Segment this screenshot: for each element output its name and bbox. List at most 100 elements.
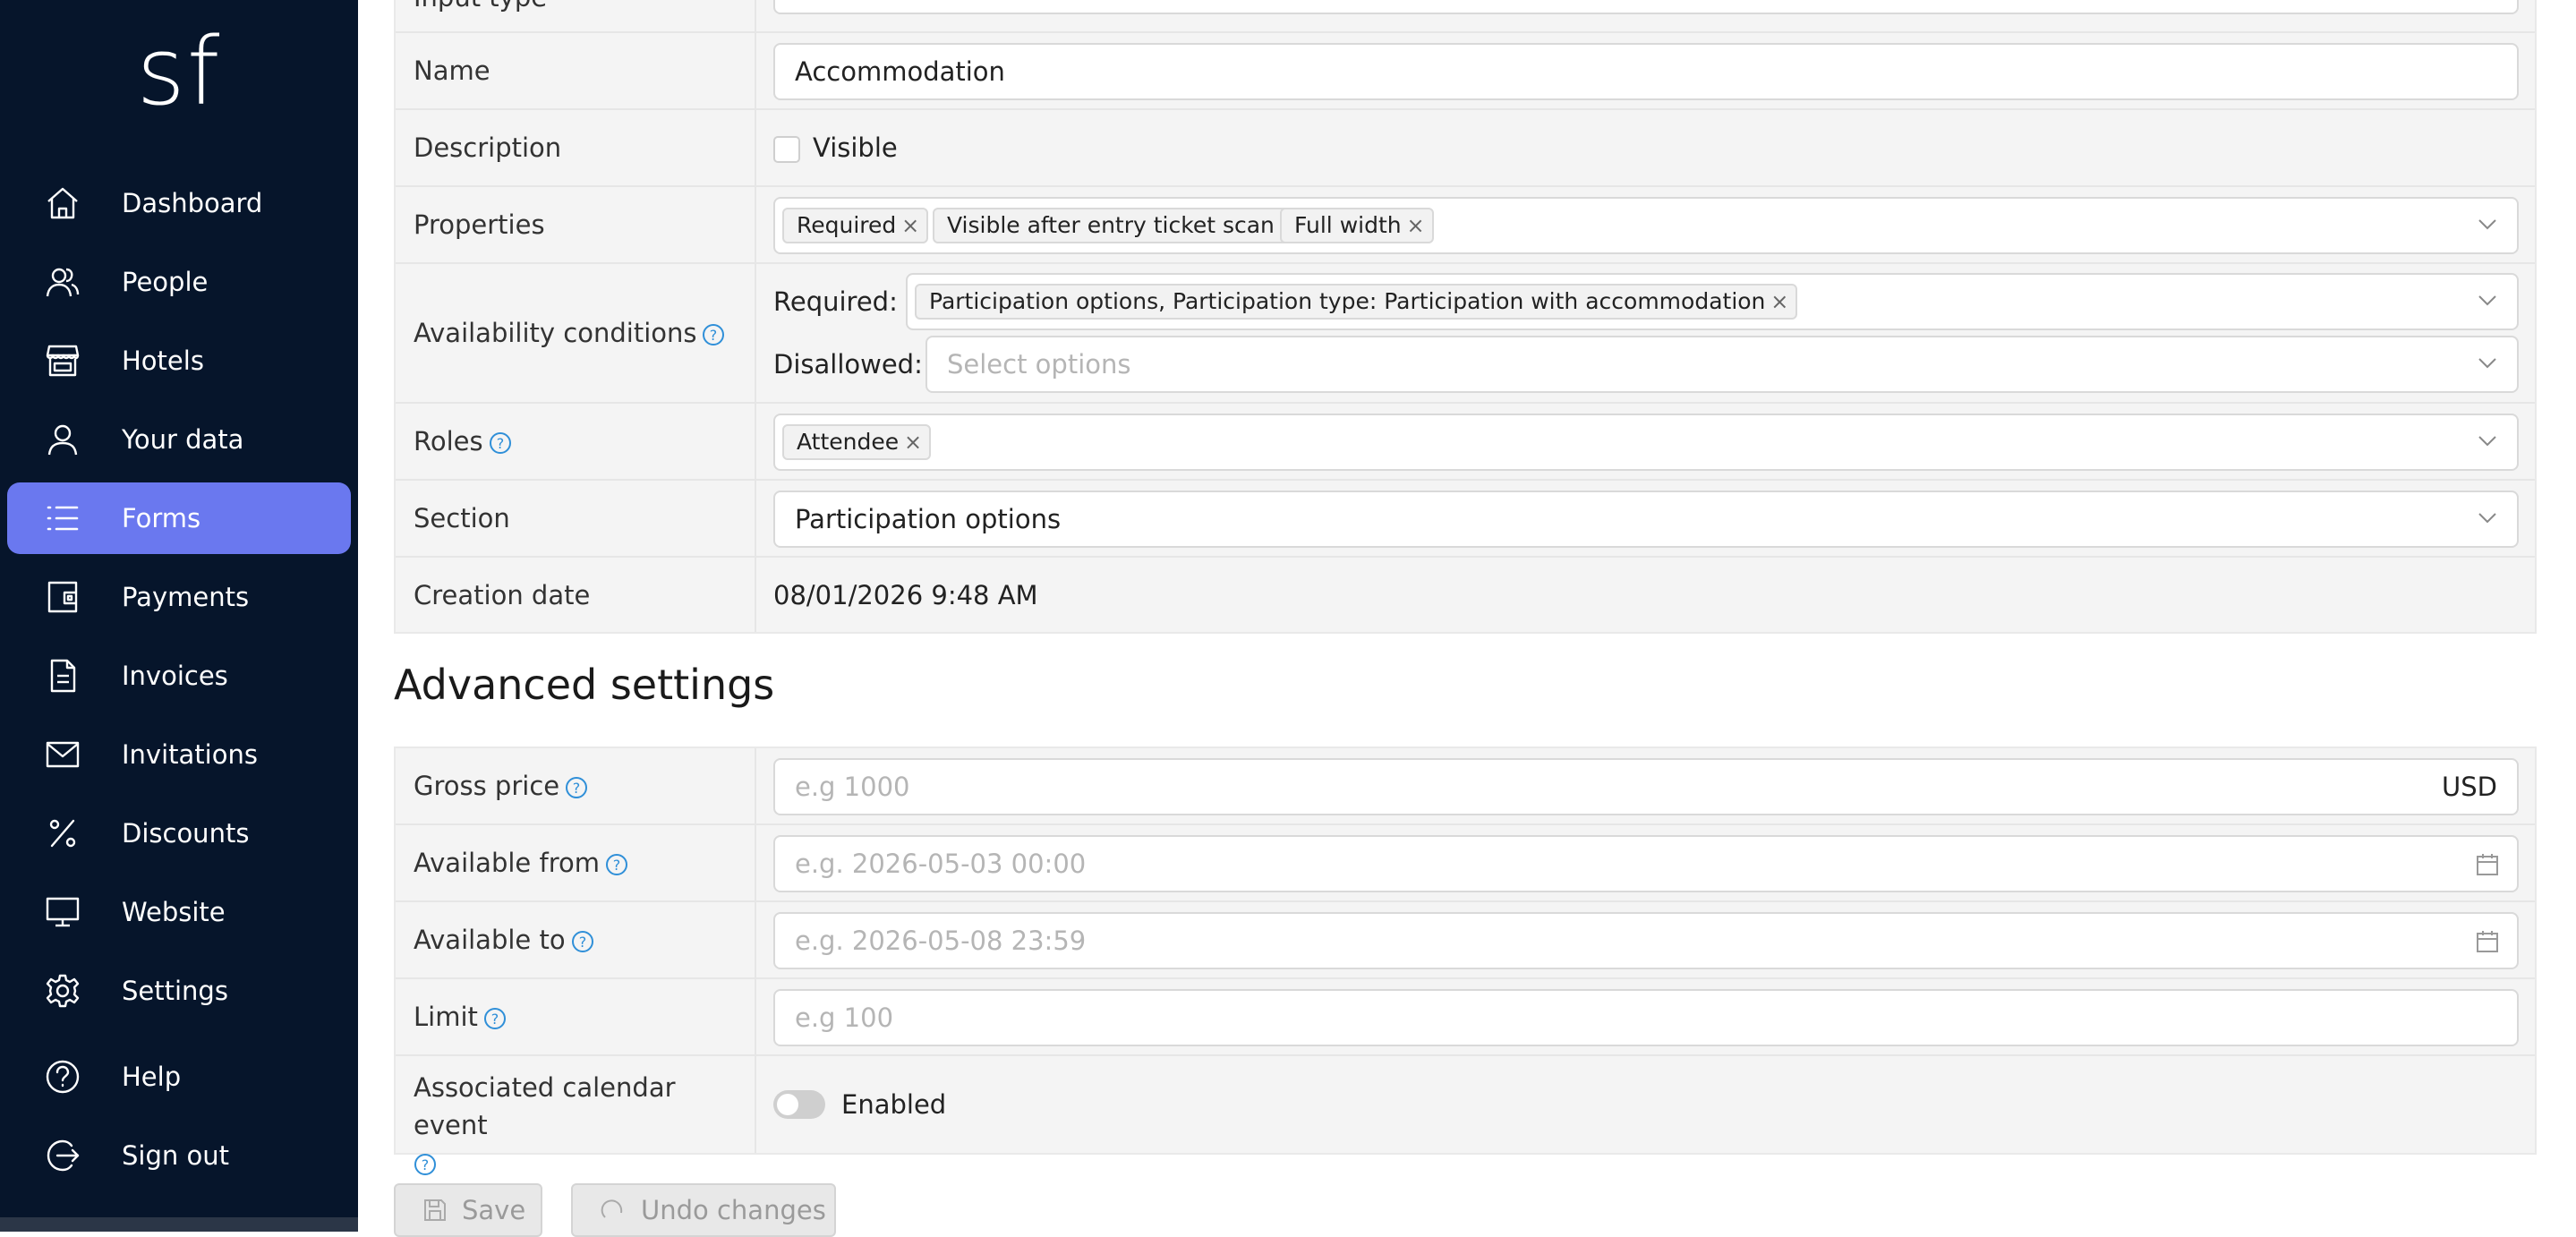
available-to-datepicker[interactable]: e.g. 2026-05-08 23:59 [773, 912, 2519, 969]
close-icon[interactable]: × [901, 209, 919, 242]
sidebar-item-label: Hotels [122, 346, 204, 376]
limit-input[interactable]: e.g 100 [773, 989, 2519, 1046]
row-input-type: Input type Accommodation [396, 0, 2535, 33]
row-creation-date: Creation date 08/01/2026 9:48 AM [396, 558, 2535, 633]
chevron-down-icon[interactable] [2478, 435, 2497, 448]
row-available-from: Available from? e.g. 2026-05-03 00:00 [396, 825, 2535, 902]
chevron-down-icon[interactable] [2478, 357, 2497, 370]
sidebar-item-label: Forms [122, 503, 201, 533]
select-options-placeholder: Select options [947, 349, 1131, 380]
sidebar-item-invitations[interactable]: Invitations [7, 719, 351, 790]
chevron-down-icon[interactable] [2478, 512, 2497, 525]
sidebar-item-people[interactable]: People [7, 246, 351, 318]
user-icon [45, 422, 81, 457]
close-icon[interactable]: × [904, 426, 922, 458]
available-from-label: Available from? [414, 825, 628, 900]
sidebar-item-label: Payments [122, 582, 250, 612]
row-availability-conditions: Availability conditions? Required: Parti… [396, 264, 2535, 404]
row-associated-calendar-event: Associated calendar event? Enabled [396, 1056, 2535, 1175]
sidebar-item-label: Website [122, 897, 226, 927]
calendar-icon[interactable] [2476, 930, 2499, 953]
gear-icon [45, 973, 81, 1009]
undo-changes-button[interactable]: Undo changes [571, 1183, 836, 1237]
input-type-select[interactable]: Accommodation [773, 0, 2519, 14]
close-icon[interactable]: × [1770, 286, 1788, 318]
name-input[interactable]: Accommodation [773, 43, 2519, 100]
close-icon[interactable]: × [1407, 209, 1425, 242]
creation-date-label: Creation date [414, 580, 591, 610]
chevron-down-icon[interactable] [2478, 294, 2497, 307]
save-button[interactable]: Save [394, 1183, 542, 1237]
mail-icon [45, 737, 81, 772]
properties-multiselect[interactable]: Required × Visible after entry ticket sca… [773, 197, 2519, 254]
limit-label: Limit? [414, 979, 507, 1054]
description-visible-checkbox-wrap[interactable]: Visible [773, 110, 898, 185]
available-to-placeholder: e.g. 2026-05-08 23:59 [795, 926, 1087, 956]
available-from-datepicker[interactable]: e.g. 2026-05-03 00:00 [773, 835, 2519, 892]
help-icon[interactable]: ? [489, 431, 512, 455]
available-to-label: Available to? [414, 902, 594, 977]
help-icon[interactable]: ? [702, 323, 725, 346]
roles-multiselect[interactable]: Attendee × [773, 414, 2519, 471]
tag-full-width[interactable]: Full width × [1280, 208, 1434, 243]
section-select[interactable]: Participation options [773, 491, 2519, 548]
help-icon[interactable]: ? [483, 1007, 507, 1030]
sidebar-item-sign-out[interactable]: Sign out [7, 1120, 351, 1191]
sidebar-item-label: Invoices [122, 661, 228, 691]
creation-date-value: 08/01/2026 9:48 AM [773, 580, 1038, 610]
tag-label: Attendee [797, 429, 900, 455]
calendar-icon[interactable] [2476, 853, 2499, 876]
sidebar-item-hotels[interactable]: Hotels [7, 325, 351, 397]
sidebar-item-your-data[interactable]: Your data [7, 404, 351, 475]
row-roles: Roles? Attendee × [396, 404, 2535, 481]
required-conditions-multiselect[interactable]: Participation options, Participation typ… [906, 273, 2519, 330]
tag-participation-accommodation[interactable]: Participation options, Participation typ… [915, 284, 1798, 320]
tag-required[interactable]: Required × [782, 208, 929, 243]
tag-label: Participation options, Participation typ… [929, 288, 1766, 314]
toggle-knob [777, 1094, 798, 1115]
tag-attendee[interactable]: Attendee × [782, 424, 932, 460]
help-icon[interactable]: ? [571, 930, 594, 953]
help-icon[interactable]: ? [414, 1153, 437, 1176]
sidebar-item-forms[interactable]: Forms [7, 482, 351, 554]
sidebar-item-invoices[interactable]: Invoices [7, 640, 351, 712]
calendar-event-label: Associated calendar event? [414, 1069, 745, 1182]
disallowed-conditions-select[interactable]: Select options [925, 336, 2519, 393]
sidebar-item-dashboard[interactable]: Dashboard [7, 167, 351, 239]
sidebar-footer [0, 1217, 358, 1232]
gross-price-input[interactable]: e.g 1000 USD [773, 758, 2519, 815]
row-gross-price: Gross price? e.g 1000 USD [396, 748, 2535, 825]
name-value: Accommodation [795, 56, 1005, 87]
sidebar-item-label: People [122, 267, 209, 297]
svg-text:?: ? [422, 1156, 430, 1173]
toggle-label: Enabled [841, 1089, 947, 1120]
sidebar-item-label: Discounts [122, 818, 250, 849]
sidebar-item-label: Invitations [122, 739, 258, 770]
svg-text:?: ? [613, 857, 621, 874]
advanced-settings-heading: Advanced settings [394, 661, 775, 709]
calendar-event-toggle[interactable] [773, 1090, 825, 1119]
help-icon[interactable]: ? [565, 776, 588, 799]
visible-checkbox[interactable] [773, 136, 800, 163]
undo-icon [601, 1199, 623, 1218]
sidebar-item-label: Settings [122, 976, 228, 1006]
svg-text:?: ? [710, 327, 718, 344]
field-settings-panel: Input type Accommodation Name Accommodat… [394, 0, 2537, 634]
sidebar-item-website[interactable]: Website [7, 876, 351, 948]
sidebar-item-help[interactable]: Help [7, 1041, 351, 1113]
list-icon [45, 500, 81, 536]
chevron-down-icon[interactable] [2478, 218, 2497, 231]
tag-visible-after-scan[interactable]: Visible after entry ticket scan× [933, 208, 1307, 243]
sidebar-item-label: Dashboard [122, 188, 263, 218]
row-section: Section Participation options [396, 481, 2535, 558]
required-conditions-label: Required: [773, 286, 898, 317]
help-icon[interactable]: ? [605, 853, 628, 876]
sidebar-item-discounts[interactable]: Discounts [7, 798, 351, 869]
logo[interactable]: sf [0, 25, 358, 118]
svg-text:?: ? [578, 934, 586, 951]
sign-out-icon [45, 1138, 81, 1173]
monitor-icon [45, 894, 81, 930]
row-available-to: Available to? e.g. 2026-05-08 23:59 [396, 902, 2535, 979]
sidebar-item-settings[interactable]: Settings [7, 955, 351, 1027]
sidebar-item-payments[interactable]: Payments [7, 561, 351, 633]
